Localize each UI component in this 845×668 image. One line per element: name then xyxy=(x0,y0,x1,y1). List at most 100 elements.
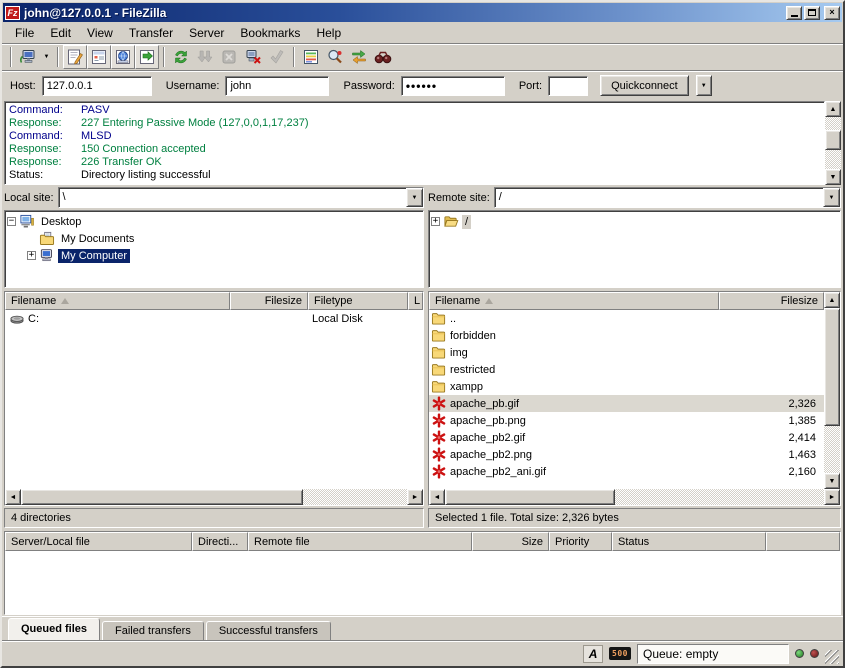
port-label: Port: xyxy=(519,80,542,92)
tree-item-my-documents[interactable]: My Documents xyxy=(7,230,421,247)
file-row[interactable]: apache_pb2.gif2,414 xyxy=(429,429,824,446)
scroll-down-icon[interactable]: ▼ xyxy=(824,473,840,489)
menu-bookmarks[interactable]: Bookmarks xyxy=(233,24,307,42)
find-files-button[interactable] xyxy=(371,45,395,69)
resize-grip-icon[interactable] xyxy=(825,650,839,664)
log-line: Response:150 Connection accepted xyxy=(5,142,824,155)
file-row[interactable]: apache_pb2.png1,463 xyxy=(429,446,824,463)
column-header-server-local-file[interactable]: Server/Local file xyxy=(5,532,192,551)
column-header-remote-file[interactable]: Remote file xyxy=(248,532,472,551)
column-header-filetype[interactable]: Filetype xyxy=(308,292,408,310)
column-header-filesize[interactable]: Filesize xyxy=(719,292,824,310)
password-input[interactable] xyxy=(401,76,505,96)
site-manager-dropdown[interactable]: ▼ xyxy=(40,45,53,69)
app-icon: Fz xyxy=(5,6,20,20)
scroll-up-icon[interactable]: ▲ xyxy=(825,101,841,117)
menu-edit[interactable]: Edit xyxy=(43,24,78,42)
local-hscroll-thumb[interactable] xyxy=(21,489,303,505)
disconnect-icon xyxy=(244,48,262,66)
tree-item-my-computer[interactable]: + My Computer xyxy=(7,247,421,264)
port-input[interactable] xyxy=(548,76,588,96)
menu-view[interactable]: View xyxy=(80,24,120,42)
remote-horizontal-scrollbar[interactable]: ◄ ► xyxy=(429,489,840,505)
remote-site-combo[interactable]: / ▼ xyxy=(494,187,841,208)
column-header-lastmodified[interactable]: L xyxy=(408,292,423,310)
column-header-filesize[interactable]: Filesize xyxy=(230,292,308,310)
file-row-c-drive[interactable]: C: Local Disk xyxy=(5,310,423,327)
toggle-message-log-button[interactable] xyxy=(63,45,87,69)
refresh-button[interactable] xyxy=(169,45,193,69)
collapse-icon[interactable]: − xyxy=(7,217,16,226)
toggle-local-tree-button[interactable] xyxy=(87,45,111,69)
cancel-operation-button[interactable] xyxy=(217,45,241,69)
reconnect-button[interactable] xyxy=(265,45,289,69)
scroll-right-icon[interactable]: ► xyxy=(407,489,423,505)
scroll-down-icon[interactable]: ▼ xyxy=(825,169,841,185)
local-pane: Local site: \ ▼ − Desktop My Documents xyxy=(4,187,424,528)
quickconnect-button[interactable]: Quickconnect xyxy=(600,75,689,96)
column-header-size[interactable]: Size xyxy=(472,532,549,551)
menu-file[interactable]: File xyxy=(8,24,41,42)
folder-icon xyxy=(431,345,447,360)
menu-help[interactable]: Help xyxy=(309,24,348,42)
transfer-type-indicator[interactable]: A xyxy=(583,645,603,663)
filters-button[interactable] xyxy=(299,45,323,69)
speed-limit-badge[interactable]: 500 xyxy=(609,647,631,660)
file-row[interactable]: img xyxy=(429,344,824,361)
directory-comparison-button[interactable] xyxy=(323,45,347,69)
expand-icon[interactable]: + xyxy=(431,217,440,226)
file-row[interactable]: apache_pb2_ani.gif2,160 xyxy=(429,463,824,480)
process-queue-button[interactable] xyxy=(193,45,217,69)
expand-icon[interactable]: + xyxy=(27,251,36,260)
scroll-left-icon[interactable]: ◄ xyxy=(5,489,21,505)
maximize-button[interactable] xyxy=(804,6,820,20)
local-site-dropdown-icon[interactable]: ▼ xyxy=(406,188,423,207)
file-row[interactable]: xampp xyxy=(429,378,824,395)
site-manager-button[interactable] xyxy=(16,45,40,69)
username-label: Username: xyxy=(166,80,220,92)
file-row[interactable]: .. xyxy=(429,310,824,327)
column-header-filename[interactable]: Filename xyxy=(429,292,719,310)
toolbar-separator xyxy=(293,47,295,67)
drive-icon xyxy=(9,311,25,326)
synchronized-browsing-button[interactable] xyxy=(347,45,371,69)
cancel-icon xyxy=(220,48,238,66)
tree-item-desktop[interactable]: − Desktop xyxy=(7,213,421,230)
local-site-combo[interactable]: \ ▼ xyxy=(58,187,424,208)
column-header-filename[interactable]: Filename xyxy=(5,292,230,310)
menu-transfer[interactable]: Transfer xyxy=(122,24,180,42)
remote-hscroll-thumb[interactable] xyxy=(445,489,615,505)
disconnect-button[interactable] xyxy=(241,45,265,69)
column-header-direction[interactable]: Directi... xyxy=(192,532,248,551)
file-row[interactable]: restricted xyxy=(429,361,824,378)
tab-queued-files[interactable]: Queued files xyxy=(8,618,100,640)
username-input[interactable] xyxy=(225,76,329,96)
local-horizontal-scrollbar[interactable]: ◄ ► xyxy=(5,489,423,505)
toggle-queue-button[interactable] xyxy=(135,45,159,69)
column-header-priority[interactable]: Priority xyxy=(549,532,612,551)
minimize-button[interactable] xyxy=(786,6,802,20)
scroll-left-icon[interactable]: ◄ xyxy=(429,489,445,505)
column-header-status[interactable]: Status xyxy=(612,532,766,551)
image-file-icon xyxy=(431,413,447,428)
toggle-remote-tree-button[interactable] xyxy=(111,45,135,69)
tree-item-root[interactable]: + / xyxy=(431,213,838,230)
quickconnect-dropdown[interactable]: ▼ xyxy=(696,75,712,96)
close-button[interactable]: × xyxy=(824,6,840,20)
log-vertical-scrollbar[interactable]: ▲ ▼ xyxy=(825,101,841,185)
scroll-right-icon[interactable]: ► xyxy=(824,489,840,505)
scroll-up-icon[interactable]: ▲ xyxy=(824,292,840,308)
file-row-selected[interactable]: apache_pb.gif2,326 xyxy=(429,395,824,412)
title-bar[interactable]: Fz john@127.0.0.1 - FileZilla × xyxy=(3,3,842,22)
file-row[interactable]: forbidden xyxy=(429,327,824,344)
host-input[interactable] xyxy=(42,76,152,96)
tab-successful-transfers[interactable]: Successful transfers xyxy=(206,621,331,640)
remote-vertical-scrollbar[interactable]: ▲ ▼ xyxy=(824,292,840,489)
menu-server[interactable]: Server xyxy=(182,24,231,42)
remote-site-dropdown-icon[interactable]: ▼ xyxy=(823,188,840,207)
log-scroll-thumb[interactable] xyxy=(825,130,841,150)
filter-icon xyxy=(302,48,320,66)
remote-vscroll-thumb[interactable] xyxy=(824,308,840,426)
tab-failed-transfers[interactable]: Failed transfers xyxy=(102,621,204,640)
file-row[interactable]: apache_pb.png1,385 xyxy=(429,412,824,429)
